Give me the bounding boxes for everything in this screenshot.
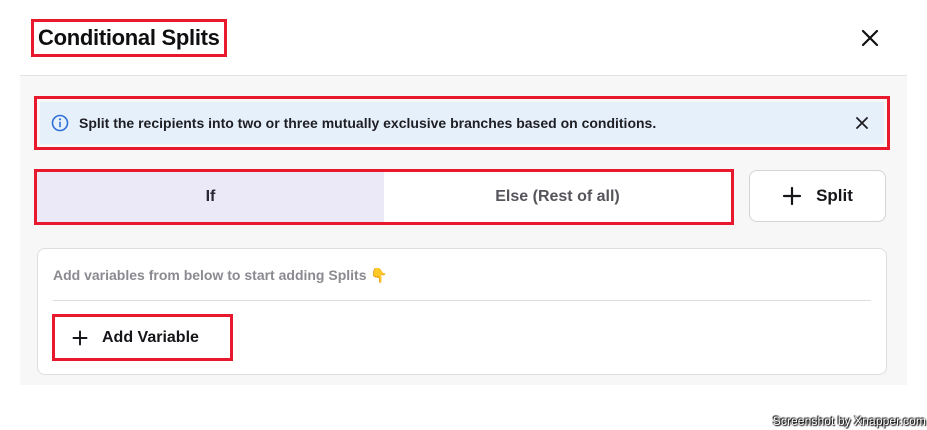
page-title: Conditional Splits — [38, 25, 220, 50]
add-variable-highlight: Add Variable — [52, 314, 233, 361]
divider — [53, 300, 871, 301]
title-highlight: Conditional Splits — [31, 19, 227, 57]
conditional-splits-panel: Conditional Splits Split the recipients … — [20, 0, 907, 385]
panel-header: Conditional Splits — [20, 0, 907, 76]
variables-card: Add variables from below to start adding… — [37, 248, 887, 375]
info-banner-text: Split the recipients into two or three m… — [79, 115, 657, 131]
info-banner-close-button[interactable] — [854, 115, 870, 131]
add-split-button[interactable]: Split — [749, 170, 886, 222]
tab-if[interactable]: If — [37, 172, 384, 222]
watermark: Screenshot by Xnapper.com — [772, 414, 926, 428]
plus-icon — [782, 186, 802, 206]
close-icon — [856, 117, 868, 129]
plus-icon — [72, 330, 88, 345]
add-variable-label: Add Variable — [102, 328, 199, 346]
split-button-label: Split — [816, 186, 853, 205]
info-banner: Split the recipients into two or three m… — [40, 102, 884, 144]
tab-else[interactable]: Else (Rest of all) — [384, 172, 731, 222]
add-variable-button[interactable]: Add Variable — [58, 320, 227, 355]
info-icon — [51, 114, 69, 132]
split-tabs: If Else (Rest of all) — [34, 169, 734, 225]
variables-hint: Add variables from below to start adding… — [53, 267, 388, 283]
info-banner-highlight: Split the recipients into two or three m… — [34, 96, 890, 150]
close-icon — [861, 29, 879, 47]
close-button[interactable] — [858, 26, 882, 50]
